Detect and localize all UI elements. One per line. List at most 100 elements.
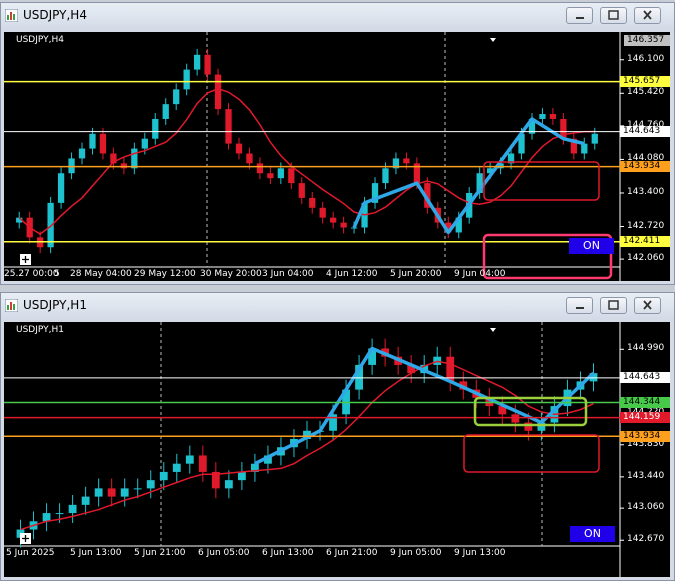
candle-body [81, 496, 90, 505]
price-axis-label: 142.670 [627, 534, 665, 545]
window-titlebar[interactable]: USDJPY,H4 [1, 3, 674, 29]
level-price-label: 143.934 [620, 430, 670, 442]
top-price-label: 146.357 [624, 35, 670, 46]
candle-body [159, 471, 168, 481]
minimize-button[interactable] [566, 297, 593, 314]
minimize-button[interactable] [566, 7, 593, 24]
level-price-label: 145.657 [620, 76, 670, 88]
candle-body [350, 227, 358, 229]
candle-body [225, 109, 232, 144]
candle-body [57, 173, 65, 203]
close-button[interactable] [634, 297, 661, 314]
maximize-button[interactable] [600, 297, 627, 314]
time-axis-label: 6 Jun 05:00 [198, 548, 250, 558]
candle-body [120, 488, 129, 497]
candle-body [42, 513, 51, 522]
candle-body [183, 69, 190, 90]
price-axis-label: 143.400 [627, 186, 665, 197]
time-axis-label: 5 Jun 20:00 [390, 269, 442, 279]
candle-body [185, 455, 194, 464]
time-axis-label: 30 May 20:00 [200, 269, 262, 279]
candle-body [256, 163, 264, 174]
zone-rectangle [463, 434, 600, 473]
minimize-icon [576, 17, 584, 19]
candle-body [172, 463, 181, 472]
candle-body [173, 89, 180, 105]
time-axis-label: 3 Jun 04:00 [262, 269, 314, 279]
candle-body [309, 197, 316, 208]
time-axis-label: 9 Jun 13:00 [454, 548, 506, 558]
close-icon [643, 10, 652, 20]
candle-body [246, 153, 253, 164]
level-price-label: 144.159 [620, 412, 670, 424]
candle-body [288, 168, 295, 184]
price-axis-label: 143.440 [627, 470, 665, 481]
candle-body [193, 54, 201, 70]
price-axis-label: 144.990 [627, 343, 665, 354]
candle-body [107, 488, 116, 497]
candle-body [539, 114, 546, 119]
level-price-label: 143.934 [620, 161, 670, 173]
candle-body [198, 455, 207, 472]
candle-body [78, 148, 86, 159]
chart-app-icon [5, 299, 18, 312]
chart-symbol-label: USDJPY,H4 [16, 35, 64, 45]
candle-body [99, 133, 107, 154]
candle-body [146, 480, 155, 489]
window-title: USDJPY,H1 [23, 298, 87, 312]
candle-body [235, 143, 243, 154]
candle-body [89, 133, 96, 149]
time-axis-label: 5 Jun 21:00 [134, 548, 186, 558]
candle-body [267, 173, 274, 179]
candle-body [55, 513, 64, 515]
candle-body [68, 158, 75, 174]
price-axis-label: 142.060 [627, 253, 665, 264]
time-axis-label: 25.27 00:00 [4, 269, 59, 279]
chart-window-h4[interactable]: USDJPY,H4 USDJPY,H4 146.100 145.420 144.76… [0, 2, 675, 285]
chart-window-h1[interactable]: USDJPY,H1 USDJPY,H1 144.990144.600144.22… [0, 292, 675, 581]
candle-body [549, 114, 557, 119]
time-axis-label: 9 Jun 05:00 [390, 548, 442, 558]
candle-body [591, 133, 598, 144]
candle-body [382, 168, 389, 184]
time-axis-label: 29 May 12:00 [134, 269, 196, 279]
time-axis-label: 4 Jun 12:00 [326, 269, 378, 279]
price-axis-label: 142.720 [627, 220, 665, 231]
candle-body [68, 504, 77, 514]
candle-body [298, 183, 305, 198]
scroll-shift-marker [490, 328, 496, 332]
close-button[interactable] [634, 7, 661, 24]
candle-body [237, 471, 246, 481]
candle-body [277, 168, 284, 179]
level-price-label: 144.643 [620, 126, 670, 138]
on-toggle-button[interactable]: ON [570, 526, 615, 542]
price-chart-h4[interactable]: USDJPY,H4 146.100 145.420 144.760 144.080 14… [4, 32, 670, 281]
time-axis-label: 5 Jun 2025 [6, 548, 55, 558]
maximize-icon [608, 300, 619, 310]
time-axis-label: 6 Jun 13:00 [262, 548, 314, 558]
scroll-shift-marker [490, 38, 496, 42]
candle-body [581, 143, 588, 154]
candle-body [133, 488, 142, 490]
on-toggle-button[interactable]: ON [569, 238, 614, 254]
maximize-button[interactable] [600, 7, 627, 24]
candle-body [330, 217, 337, 223]
time-axis-label: 9 Jun 04:00 [454, 269, 506, 279]
candle-body [403, 158, 410, 164]
time-axis-label: 5 [54, 269, 60, 279]
chart-app-icon [5, 9, 18, 22]
candle-body [319, 207, 326, 218]
candle-body [214, 74, 222, 110]
maximize-icon [608, 10, 619, 20]
candle-body [94, 488, 103, 497]
price-axis-label: 146.100 [627, 53, 665, 64]
time-axis-label: 28 May 04:00 [70, 269, 132, 279]
window-title: USDJPY,H4 [23, 8, 87, 22]
time-axis-label: 6 Jun 21:00 [326, 548, 378, 558]
price-chart-h1[interactable]: USDJPY,H1 144.990144.600144.220143.83014… [4, 322, 670, 577]
candle-body [162, 104, 169, 119]
candle-body [120, 163, 128, 169]
level-price-label: 144.344 [620, 396, 670, 408]
price-axis-label: 145.420 [627, 87, 665, 98]
window-titlebar[interactable]: USDJPY,H1 [1, 293, 674, 319]
